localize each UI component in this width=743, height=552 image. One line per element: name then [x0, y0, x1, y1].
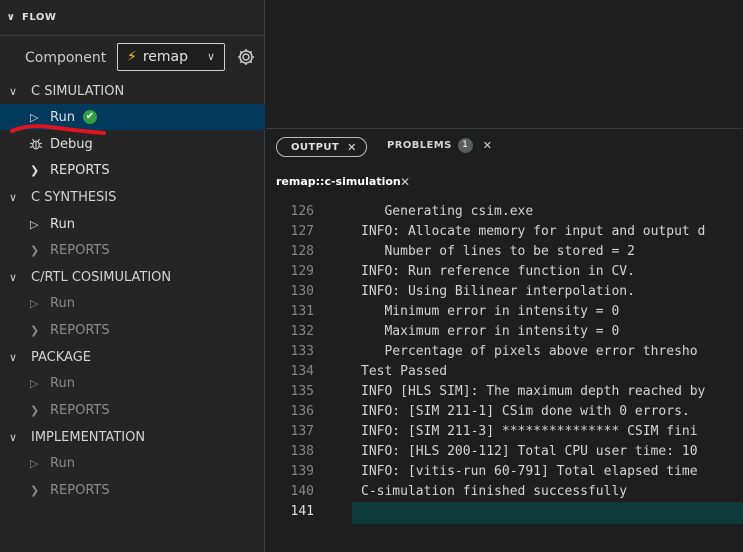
chevron-right-icon: ❯ [30, 403, 40, 417]
line-number: 137 [290, 424, 314, 439]
output-line: INFO: Allocate memory for input and outp… [361, 224, 706, 239]
package-reports[interactable]: ❯ REPORTS [0, 397, 265, 423]
section-label: C SIMULATION [31, 83, 125, 99]
section-label: PACKAGE [31, 349, 91, 365]
output-line: Maximum error in intensity = 0 [361, 324, 620, 339]
item-label: REPORTS [50, 402, 110, 418]
play-icon: ▷ [30, 456, 39, 470]
chevron-down-icon: ∨ [9, 430, 18, 444]
bolt-icon: ⚡ [127, 49, 137, 65]
output-line: INFO [HLS SIM]: The maximum depth reache… [361, 384, 706, 399]
c-synthesis-reports[interactable]: ❯ REPORTS [0, 237, 265, 263]
red-underline-annotation [10, 124, 106, 135]
component-select[interactable]: ⚡ remap ∨ [117, 43, 225, 71]
output-line: INFO: [HLS 200-112] Total CPU user time:… [361, 444, 698, 459]
chevron-right-icon: ❯ [30, 323, 40, 337]
section-label: C SYNTHESIS [31, 189, 117, 205]
section-label: C/RTL COSIMULATION [31, 269, 172, 285]
item-label: REPORTS [50, 162, 110, 178]
gear-icon[interactable] [236, 47, 256, 67]
chevron-right-icon: ❯ [30, 483, 40, 497]
package-run[interactable]: ▷ Run [0, 370, 265, 396]
c-synthesis-run[interactable]: ▷ Run [0, 211, 265, 237]
implementation-run[interactable]: ▷ Run [0, 450, 265, 476]
close-icon[interactable]: ✕ [400, 175, 410, 189]
component-label: Component [25, 50, 107, 66]
output-line: C-simulation finished successfully [361, 484, 628, 499]
item-label: REPORTS [50, 242, 110, 258]
cosimulation-run[interactable]: ▷ Run [0, 290, 265, 316]
flow-sidebar: ∨ FLOW Component ⚡ remap ∨ ∨ C SIMULATIO… [0, 0, 265, 552]
tab-problems-label: PROBLEMS [387, 140, 452, 151]
line-number: 131 [290, 304, 314, 319]
tab-problems[interactable]: PROBLEMS 1 ✕ [387, 138, 492, 153]
item-label: REPORTS [50, 482, 110, 498]
chevron-down-icon: ∨ [9, 84, 18, 98]
line-number: 135 [290, 384, 314, 399]
chevron-right-icon: ❯ [30, 163, 40, 177]
line-number: 129 [290, 264, 314, 279]
output-line: Minimum error in intensity = 0 [361, 304, 620, 319]
line-number: 134 [290, 364, 314, 379]
line-number: 126 [290, 204, 314, 219]
output-editor[interactable]: ‐ ‐ ‐ 126 Generating csim.exe127INFO: Al… [266, 194, 743, 552]
output-line: INFO: [SIM 211-1] CSim done with 0 error… [361, 404, 690, 419]
section-cosimulation[interactable]: ∨ C/RTL COSIMULATION [0, 264, 265, 290]
flow-header[interactable]: ∨ FLOW [0, 0, 265, 36]
c-simulation-reports[interactable]: ❯ REPORTS [0, 157, 265, 183]
chevron-down-icon: ∨ [9, 350, 18, 364]
line-number: 140 [290, 484, 314, 499]
section-c-simulation[interactable]: ∨ C SIMULATION [0, 78, 265, 104]
component-row: Component ⚡ remap ∨ [0, 43, 265, 73]
item-label: Run [50, 295, 75, 311]
output-line: Percentage of pixels above error thresho [361, 344, 698, 359]
line-number: 132 [290, 324, 314, 339]
output-line: INFO: Run reference function in CV. [361, 264, 635, 279]
line-number: 136 [290, 404, 314, 419]
tab-output[interactable]: OUTPUT ✕ [276, 137, 367, 157]
editor-tab-title: remap::c-simulation [276, 175, 401, 188]
close-icon[interactable]: ✕ [483, 139, 493, 152]
implementation-reports[interactable]: ❯ REPORTS [0, 477, 265, 503]
chevron-down-icon: ∨ [6, 12, 16, 23]
chevron-down-icon: ∨ [206, 50, 215, 63]
item-label: REPORTS [50, 322, 110, 338]
output-line: INFO: Using Bilinear interpolation. [361, 284, 635, 299]
section-label: IMPLEMENTATION [31, 429, 146, 445]
line-number: 130 [290, 284, 314, 299]
output-line: Number of lines to be stored = 2 [361, 244, 635, 259]
line-number: 127 [290, 224, 314, 239]
flow-title: FLOW [22, 12, 57, 23]
play-icon: ▷ [30, 376, 39, 390]
item-label: Run [50, 455, 75, 471]
output-line: Generating csim.exe [361, 204, 534, 219]
section-implementation[interactable]: ∨ IMPLEMENTATION [0, 424, 265, 450]
line-number: 133 [290, 344, 314, 359]
section-package[interactable]: ∨ PACKAGE [0, 344, 265, 370]
editor-tab[interactable]: remap::c-simulation ✕ [266, 166, 743, 194]
output-line: INFO: [SIM 211-3] *************** CSIM f… [361, 424, 698, 439]
play-icon: ▷ [30, 296, 39, 310]
section-c-synthesis[interactable]: ∨ C SYNTHESIS [0, 184, 265, 210]
chevron-down-icon: ∨ [9, 190, 18, 204]
close-icon[interactable]: ✕ [347, 141, 357, 154]
current-line-highlight [352, 502, 743, 524]
chevron-right-icon: ❯ [30, 243, 40, 257]
line-number: 138 [290, 444, 314, 459]
component-value: remap [142, 49, 189, 65]
tab-output-label: OUTPUT [291, 141, 340, 153]
item-label: Run [50, 375, 75, 391]
line-number: 141 [290, 504, 314, 519]
panel-tab-bar: OUTPUT ✕ PROBLEMS 1 ✕ [266, 128, 743, 166]
output-line: Test Passed [361, 364, 448, 379]
line-number: 128 [290, 244, 314, 259]
item-label: Run [50, 216, 75, 232]
line-number: 139 [290, 464, 314, 479]
chevron-down-icon: ∨ [9, 270, 18, 284]
problems-count-badge: 1 [457, 138, 473, 153]
output-line: INFO: [vitis-run 60-791] Total elapsed t… [361, 464, 698, 479]
cosimulation-reports[interactable]: ❯ REPORTS [0, 317, 265, 343]
play-icon: ▷ [30, 217, 39, 231]
